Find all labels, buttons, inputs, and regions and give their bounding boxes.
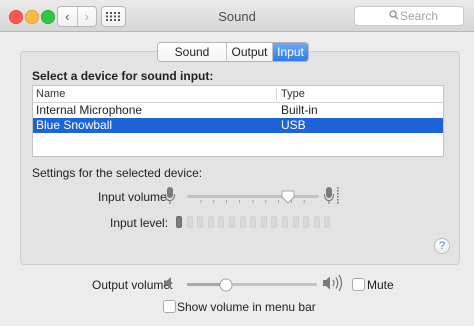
- settings-heading: Settings for the selected device:: [32, 166, 203, 180]
- input-level-segment: [271, 216, 278, 228]
- sound-preferences-window: ‹ › Sound Search Sound Output Input Sele…: [0, 0, 474, 326]
- search-placeholder: Search: [400, 9, 439, 23]
- mute-label[interactable]: Mute: [367, 278, 394, 292]
- input-level-segment: [282, 216, 288, 228]
- tab-input[interactable]: Input: [272, 43, 308, 61]
- table-header: Name Type: [33, 86, 443, 103]
- output-volume-slider-thumb[interactable]: [219, 278, 233, 292]
- tab-output[interactable]: Output: [226, 43, 272, 61]
- input-level-segment: [303, 216, 310, 228]
- input-level-segment: [176, 216, 182, 228]
- table-row[interactable]: Blue Snowball USB: [33, 118, 443, 133]
- tab-sound-effects[interactable]: Sound Effects: [158, 43, 226, 61]
- input-level-segment: [324, 216, 331, 228]
- input-panel: [20, 51, 460, 265]
- device-name: Internal Microphone: [36, 103, 143, 117]
- input-level-segment: [292, 216, 299, 228]
- input-volume-label: Input volume:: [98, 190, 171, 204]
- input-level-segment: [250, 216, 257, 228]
- search-field[interactable]: Search: [354, 6, 464, 26]
- input-volume-ticks: [200, 200, 305, 204]
- output-volume-label: Output volume:: [92, 278, 174, 292]
- help-button[interactable]: ?: [434, 238, 450, 254]
- help-icon: ?: [438, 240, 446, 252]
- input-volume-slider-thumb[interactable]: [281, 190, 295, 204]
- title-bar: ‹ › Sound Search: [0, 0, 474, 32]
- device-table[interactable]: Name Type Internal Microphone Built-in B…: [32, 85, 444, 157]
- input-level-label: Input level:: [110, 216, 169, 230]
- mute-checkbox[interactable]: [352, 278, 365, 291]
- show-volume-in-menu-bar-label[interactable]: Show volume in menu bar: [177, 300, 316, 314]
- search-icon: [389, 10, 399, 20]
- input-level-segment: [313, 216, 320, 228]
- microphone-low-icon: [164, 187, 176, 204]
- device-name: Blue Snowball: [36, 118, 113, 132]
- input-level-segment: [229, 216, 235, 228]
- column-header-name[interactable]: Name: [36, 88, 65, 100]
- tab-bar: Sound Effects Output Input: [157, 42, 309, 62]
- input-level-segment: [260, 216, 267, 228]
- input-level-segment: [207, 216, 214, 228]
- device-type: Built-in: [281, 103, 318, 117]
- speaker-low-icon: [164, 277, 171, 289]
- column-divider: [276, 88, 277, 100]
- input-level-segment: [197, 216, 204, 228]
- speaker-high-icon: [323, 274, 343, 292]
- device-type: USB: [281, 118, 306, 132]
- device-section-heading: Select a device for sound input:: [32, 69, 214, 83]
- input-level-segment: [218, 216, 225, 228]
- column-header-type[interactable]: Type: [281, 88, 305, 100]
- microphone-high-icon: [323, 187, 339, 204]
- table-row[interactable]: Internal Microphone Built-in: [33, 103, 443, 118]
- input-level-segment: [239, 216, 246, 228]
- show-volume-in-menu-bar-checkbox[interactable]: [163, 300, 176, 313]
- input-volume-track[interactable]: [187, 195, 319, 198]
- input-level-segment: [186, 216, 193, 228]
